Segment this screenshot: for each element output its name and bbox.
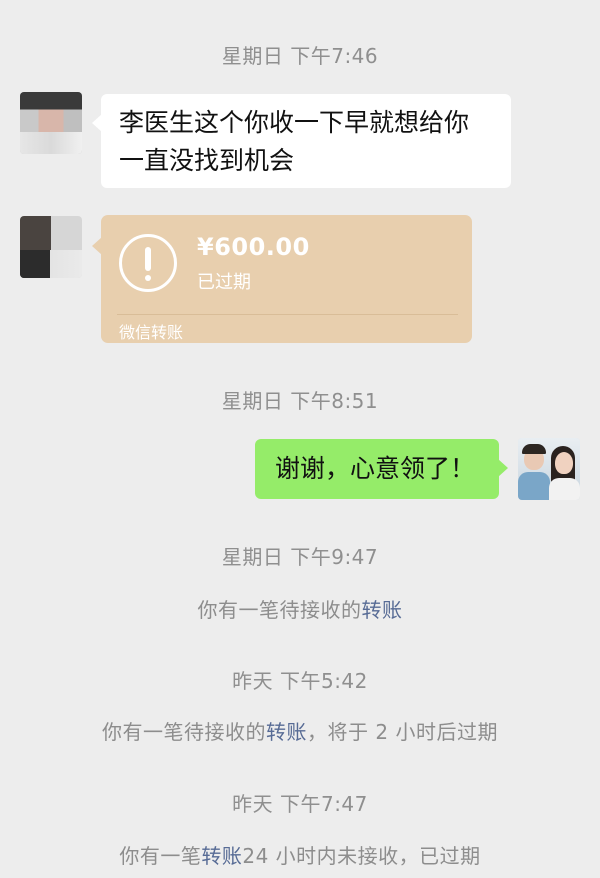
outgoing-message-text: 谢谢，心意领了！ [275, 454, 476, 483]
system-message: 你有一笔待接收的转账 [0, 594, 600, 623]
avatar-face [555, 452, 573, 474]
transfer-amount: ¥600.00 [197, 233, 310, 261]
chat-window: 星期日 下午7:46 李医生这个你收一下早就想给你 一直没找到机会 ¥600.0… [0, 0, 600, 878]
system-message-text: 你有一笔待接收的 [102, 720, 267, 744]
transfer-link[interactable]: 转账 [266, 720, 307, 744]
timestamp: 星期日 下午9:47 [221, 545, 379, 569]
transfer-card[interactable]: ¥600.00 已过期 微信转账 [92, 215, 472, 343]
timestamp: 星期日 下午8:51 [221, 389, 379, 413]
exclamation-circle-icon [119, 234, 177, 292]
avatar-blur-bottom [20, 250, 82, 278]
transfer-link[interactable]: 转账 [362, 598, 403, 622]
user-avatar[interactable] [518, 438, 580, 500]
incoming-message-line: 一直没找到机会 [119, 146, 295, 175]
timestamp: 昨天 下午7:47 [232, 792, 368, 816]
incoming-message-line: 李医生这个你收一下早就想给你 [119, 108, 470, 137]
system-message-text: 你有一笔 [119, 844, 202, 868]
outgoing-message-bubble[interactable]: 谢谢，心意领了！ [255, 439, 508, 499]
contact-avatar[interactable] [20, 216, 82, 278]
system-message-text: ，将于 2 小时后过期 [307, 720, 498, 744]
avatar-blur-bottom [20, 132, 82, 154]
avatar-shirt [549, 478, 580, 500]
timestamp: 星期日 下午7:46 [221, 44, 379, 68]
system-message: 你有一笔待接收的转账，将于 2 小时后过期 [0, 716, 600, 745]
system-message-text: 你有一笔待接收的 [197, 598, 362, 622]
transfer-status: 已过期 [197, 272, 251, 293]
system-message-text: 24 小时内未接收，已过期 [242, 844, 481, 868]
contact-avatar[interactable] [20, 92, 82, 154]
transfer-footer-label: 微信转账 [119, 323, 184, 342]
avatar-shirt [518, 472, 550, 500]
transfer-divider [117, 314, 458, 315]
transfer-link[interactable]: 转账 [201, 844, 242, 868]
avatar-hair [522, 444, 546, 454]
system-message: 你有一笔转账24 小时内未接收，已过期 [0, 840, 600, 869]
incoming-message-bubble[interactable]: 李医生这个你收一下早就想给你 一直没找到机会 [92, 94, 511, 188]
timestamp: 昨天 下午5:42 [232, 669, 368, 693]
